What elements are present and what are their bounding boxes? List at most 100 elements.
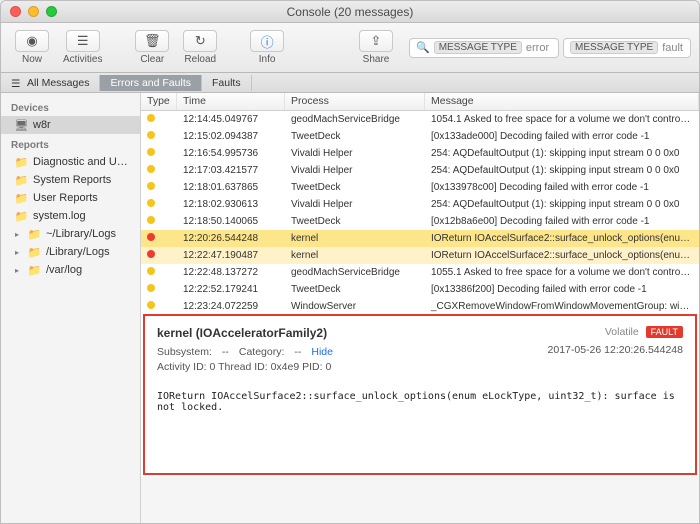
folder-icon: 📁 [28,247,41,258]
imac-icon: 🖥 [15,120,28,131]
disclosure-icon[interactable]: ▸ [15,266,23,275]
tab-all-messages[interactable]: ☰ All Messages [1,75,100,91]
sidebar-header-devices: Devices [1,97,140,116]
severity-dot-icon [147,199,155,207]
table-row[interactable]: 12:20:26.544248kernelIOReturn IOAccelSur… [141,230,699,247]
severity-dot-icon [147,216,155,224]
cell-message: [0x13386f200] Decoding failed with error… [425,284,699,295]
folder-icon: 📁 [15,157,28,168]
table-row[interactable]: 12:15:02.094387TweetDeck[0x133ade000] De… [141,128,699,145]
minimize-icon[interactable] [28,6,39,17]
cell-process: Vivaldi Helper [285,199,425,210]
col-process[interactable]: Process [285,93,425,110]
cell-message: [0x133ade000] Decoding failed with error… [425,131,699,142]
cell-process: kernel [285,233,425,244]
sidebar-report-item[interactable]: 📁system.log [1,207,140,225]
filter-pill-value: fault [662,42,683,54]
sidebar: Devices 🖥 w8r Reports 📁Diagnostic and U…… [1,93,141,523]
folder-icon: 📁 [15,211,28,222]
reload-button[interactable]: ↻ Reload [177,28,223,67]
col-type[interactable]: Type [141,93,177,110]
severity-dot-icon [147,250,155,258]
search-icon: 🔍 [416,41,430,54]
folder-icon: 📁 [15,175,28,186]
cell-time: 12:14:45.049767 [177,114,285,125]
table-row[interactable]: 12:22:47.190487kernelIOReturn IOAccelSur… [141,247,699,264]
table-row[interactable]: 12:18:01.637865TweetDeck[0x133978c00] De… [141,179,699,196]
footer-spacer [141,477,699,523]
disclosure-icon[interactable]: ▸ [15,230,23,239]
cell-time: 12:18:50.140065 [177,216,285,227]
folder-icon: 📁 [28,229,41,240]
cell-message: _CGXRemoveWindowFromWindowMovementGroup:… [425,301,699,312]
close-icon[interactable] [10,6,21,17]
titlebar: Console (20 messages) [1,1,699,23]
info-button[interactable]: ⓘ Info [244,28,290,67]
table-row[interactable]: 12:18:02.930613Vivaldi Helper254: AQDefa… [141,196,699,213]
cell-process: TweetDeck [285,216,425,227]
cell-process: TweetDeck [285,182,425,193]
severity-dot-icon [147,182,155,190]
now-button[interactable]: ◉ Now [9,28,55,67]
now-icon: ◉ [15,30,49,52]
clear-button[interactable]: 🗑 Clear [129,28,175,67]
sidebar-report-item[interactable]: 📁Diagnostic and U… [1,153,140,171]
zoom-icon[interactable] [46,6,57,17]
search-filter-2[interactable]: MESSAGE TYPE fault [563,38,691,58]
table-row[interactable]: 12:17:03.421577Vivaldi Helper254: AQDefa… [141,162,699,179]
sidebar-report-item[interactable]: 📁User Reports [1,189,140,207]
cell-time: 12:15:02.094387 [177,131,285,142]
severity-dot-icon [147,131,155,139]
detail-timestamp: 2017-05-26 12:20:26.544248 [548,344,683,356]
cell-process: WindowServer [285,301,425,312]
table-row[interactable]: 12:18:50.140065TweetDeck[0x12b8a6e00] De… [141,213,699,230]
cell-message: 254: AQDefaultOutput (1): skipping input… [425,165,699,176]
cell-time: 12:18:02.930613 [177,199,285,210]
hide-link[interactable]: Hide [311,346,333,358]
table-row[interactable]: 12:14:45.049767geodMachServiceBridge1054… [141,111,699,128]
severity-dot-icon [147,114,155,122]
cell-process: Vivaldi Helper [285,148,425,159]
search-filter-1[interactable]: 🔍 MESSAGE TYPE error [409,38,559,58]
table-row[interactable]: 12:16:54.995736Vivaldi Helper254: AQDefa… [141,145,699,162]
severity-dot-icon [147,267,155,275]
tab-errors-faults[interactable]: Errors and Faults [100,75,202,91]
disclosure-icon[interactable]: ▸ [15,248,23,257]
cell-time: 12:22:48.137272 [177,267,285,278]
col-time[interactable]: Time [177,93,285,110]
cell-message: 254: AQDefaultOutput (1): skipping input… [425,199,699,210]
col-message[interactable]: Message [425,93,699,110]
sidebar-path-item[interactable]: ▸📁/Library/Logs [1,243,140,261]
trash-icon: 🗑 [135,30,169,52]
sidebar-report-item[interactable]: 📁System Reports [1,171,140,189]
table-row[interactable]: 12:22:52.179241TweetDeck[0x13386f200] De… [141,281,699,298]
tab-faults[interactable]: Faults [202,75,252,91]
cell-process: Vivaldi Helper [285,165,425,176]
volatile-label: Volatile [605,326,639,338]
cell-message: 254: AQDefaultOutput (1): skipping input… [425,148,699,159]
detail-panel: kernel (IOAcceleratorFamily2) Subsystem:… [143,314,697,475]
cell-message: [0x12b8a6e00] Decoding failed with error… [425,216,699,227]
sidebar-device[interactable]: 🖥 w8r [1,116,140,134]
cell-time: 12:23:24.072259 [177,301,285,312]
table-row[interactable]: 12:23:24.072259WindowServer_CGXRemoveWin… [141,298,699,312]
sidebar-path-item[interactable]: ▸📁/var/log [1,261,140,279]
sidebar-path-item[interactable]: ▸📁~/Library/Logs [1,225,140,243]
cell-time: 12:20:26.544248 [177,233,285,244]
reload-icon: ↻ [183,30,217,52]
cell-process: geodMachServiceBridge [285,267,425,278]
activities-button[interactable]: ☰ Activities [57,28,108,67]
folder-icon: 📁 [28,265,41,276]
cell-process: kernel [285,250,425,261]
share-button[interactable]: ⇪ Share [353,28,399,67]
detail-activity: Activity ID: 0 Thread ID: 0x4e9 PID: 0 [157,361,683,373]
severity-dot-icon [147,148,155,156]
cell-time: 12:22:52.179241 [177,284,285,295]
cell-process: TweetDeck [285,284,425,295]
toolbar: ◉ Now ☰ Activities 🗑 Clear ↻ Reload ⓘ In… [1,23,699,73]
table-row[interactable]: 12:22:48.137272geodMachServiceBridge1055… [141,264,699,281]
fault-badge: FAULT [646,326,683,338]
cell-process: TweetDeck [285,131,425,142]
log-rows[interactable]: 12:14:45.049767geodMachServiceBridge1054… [141,111,699,312]
share-icon: ⇪ [359,30,393,52]
